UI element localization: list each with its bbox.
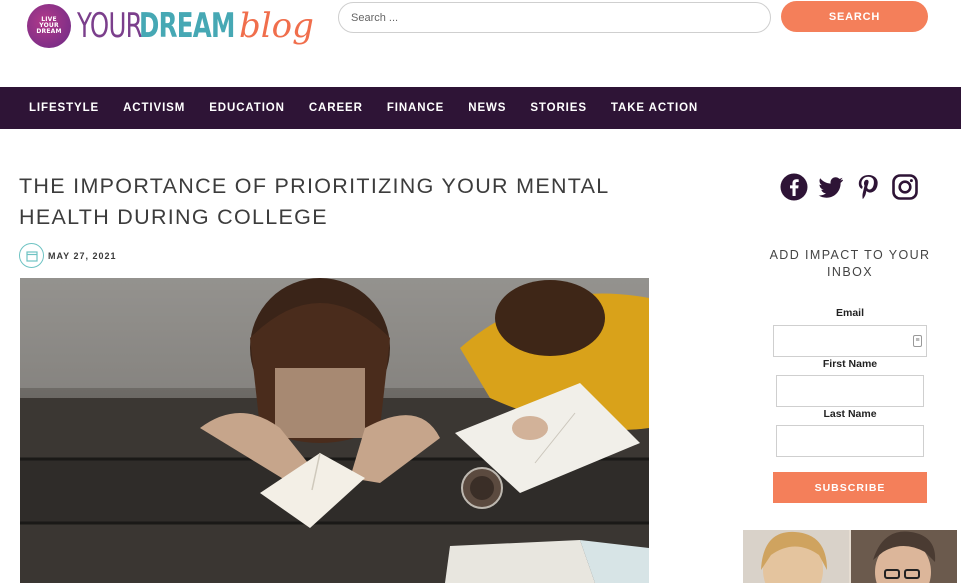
search-button[interactable]: SEARCH [781, 1, 928, 32]
subscribe-button[interactable]: SUBSCRIBE [773, 472, 927, 503]
social-links [780, 173, 919, 201]
nav-item-stories[interactable]: STORIES [530, 102, 587, 114]
hero-image [20, 278, 649, 583]
nav-item-take-action[interactable]: TAKE ACTION [611, 102, 698, 114]
nav-item-finance[interactable]: FINANCE [387, 102, 444, 114]
hero-photo-students-studying [20, 278, 649, 583]
main-nav: LIFESTYLE ACTIVISM EDUCATION CAREER FINA… [0, 87, 961, 129]
post-date: MAY 27, 2021 [19, 243, 117, 268]
logo-word-blog: blog [239, 6, 314, 46]
logo-word-your: YOUR [77, 6, 143, 46]
nav-item-career[interactable]: CAREER [309, 102, 363, 114]
site-logo[interactable]: LIVE YOUR DREAM YOUR DREAM blog [27, 0, 314, 52]
logo-wordmark: YOUR DREAM blog [77, 6, 314, 46]
pinterest-icon[interactable] [854, 173, 882, 201]
logo-badge: LIVE YOUR DREAM [27, 4, 71, 48]
nav-item-activism[interactable]: ACTIVISM [123, 102, 185, 114]
email-field[interactable]: ≡ [773, 325, 927, 357]
facebook-icon[interactable] [780, 173, 808, 201]
newsletter-heading: ADD IMPACT TO YOUR INBOX [769, 248, 931, 279]
sidebar-photo [743, 530, 957, 583]
last-name-label: Last Name [823, 408, 877, 420]
page: LIVE YOUR DREAM YOUR DREAM blog SEARCH L… [0, 0, 961, 583]
search-input[interactable] [338, 2, 771, 33]
last-name-field[interactable] [776, 425, 924, 457]
autofill-icon[interactable]: ≡ [913, 335, 922, 347]
nav-item-news[interactable]: NEWS [468, 102, 506, 114]
logo-badge-line-3: DREAM [36, 28, 62, 35]
calendar-icon [19, 243, 44, 268]
article-title: THE IMPORTANCE OF PRIORITIZING YOUR MENT… [19, 174, 609, 229]
sidebar-photo-portraits [743, 530, 957, 583]
nav-item-lifestyle[interactable]: LIFESTYLE [29, 102, 99, 114]
instagram-icon[interactable] [891, 173, 919, 201]
first-name-label: First Name [822, 358, 878, 370]
logo-word-dream: DREAM [139, 6, 235, 46]
email-label: Email [835, 307, 864, 319]
nav-item-education[interactable]: EDUCATION [209, 102, 285, 114]
first-name-field[interactable] [776, 375, 924, 407]
post-date-text: MAY 27, 2021 [48, 250, 117, 261]
twitter-icon[interactable] [817, 173, 845, 201]
